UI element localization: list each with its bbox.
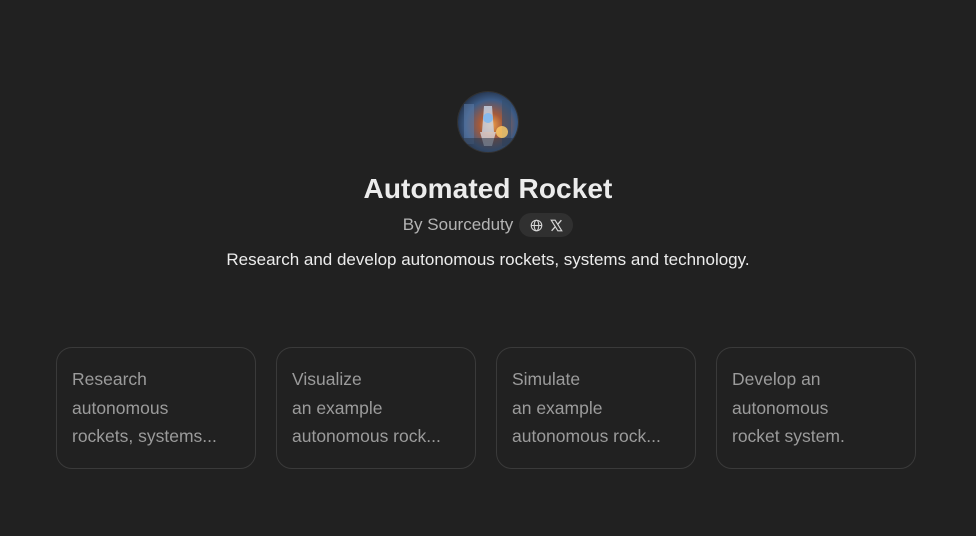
starter-line: an example <box>292 397 383 418</box>
gpt-avatar <box>458 92 518 152</box>
starter-line: Visualize <box>292 369 362 389</box>
starter-line: Simulate <box>512 369 581 389</box>
starter-line: autonomous rock... <box>292 426 441 446</box>
author-byline: By Sourceduty <box>402 215 514 234</box>
starter-line: an example <box>512 397 603 418</box>
starter-line: Develop an <box>732 369 821 389</box>
starter-card[interactable]: Visualize an example autonomous rock... <box>276 347 476 469</box>
globe-icon[interactable] <box>529 218 543 232</box>
starter-line: autonomous rock... <box>512 426 661 446</box>
gpt-title: Automated Rocket <box>363 173 613 204</box>
starter-line: rockets, systems... <box>72 426 217 446</box>
starter-card[interactable]: Simulate an example autonomous rock... <box>496 347 696 469</box>
author-row: By Sourceduty <box>403 213 574 237</box>
starter-card[interactable]: Research autonomous rockets, systems... <box>56 347 256 469</box>
starter-line: autonomous <box>72 397 169 418</box>
social-links <box>519 213 574 237</box>
gpt-description: Research and develop autonomous rockets,… <box>226 250 750 269</box>
starter-line: autonomous <box>732 397 829 418</box>
x-logo-icon[interactable] <box>549 218 563 232</box>
conversation-starters: Research autonomous rockets, systems... … <box>56 347 916 469</box>
gpt-landing: Automated Rocket By Sourceduty Research … <box>0 0 976 536</box>
gpt-header: Automated Rocket By Sourceduty Research … <box>0 92 976 272</box>
starter-line: Research <box>72 369 147 389</box>
starter-line: rocket system. <box>732 426 845 446</box>
starter-card[interactable]: Develop an autonomous rocket system. <box>716 347 916 469</box>
